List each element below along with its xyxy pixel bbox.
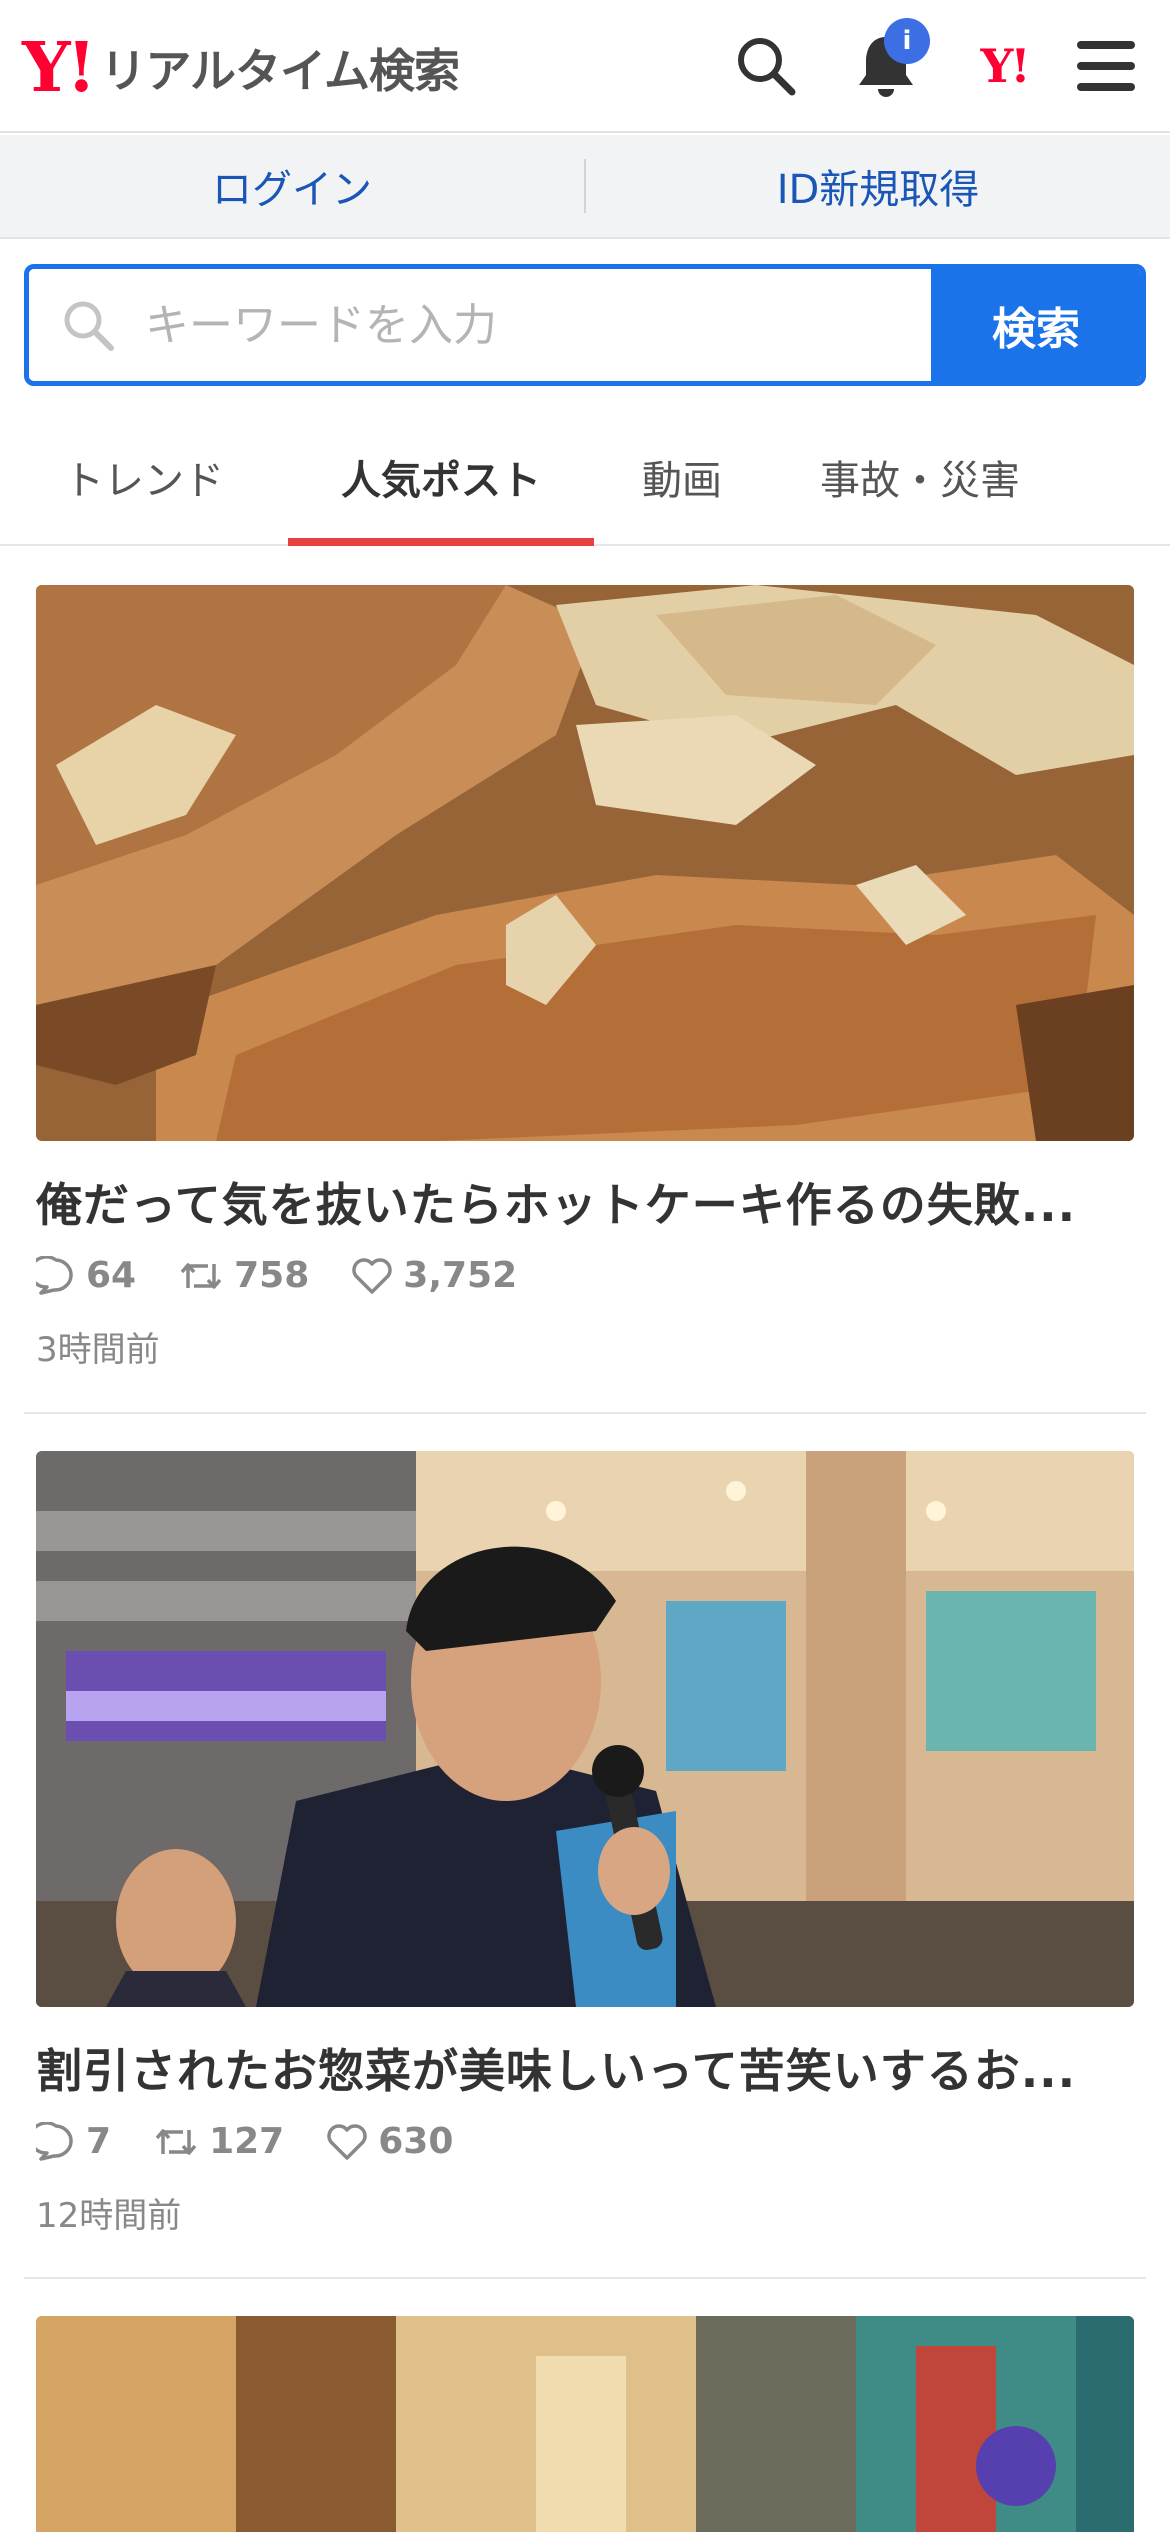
repost-count[interactable]: 758	[178, 1255, 309, 1296]
like-count[interactable]: 630	[326, 2121, 453, 2162]
hamburger-menu-icon[interactable]	[1068, 28, 1144, 104]
reply-count[interactable]: 64	[36, 1255, 136, 1296]
tab-popular-posts[interactable]: 人気ポスト	[288, 410, 594, 546]
repost-icon	[180, 1262, 222, 1289]
search-icon[interactable]	[728, 28, 804, 104]
post-stats: 64 758 3,752	[36, 1255, 1134, 1296]
search-form: 検索	[24, 264, 1146, 386]
post-timestamp: 3時間前	[36, 1330, 160, 1370]
post-title[interactable]: 俺だって気を抜いたらホットケーキ作るの失敗...	[36, 1169, 1134, 1235]
tab-videos[interactable]: 動画	[594, 410, 770, 544]
search-field-icon	[61, 298, 115, 352]
search-field-wrap[interactable]	[29, 269, 931, 381]
app-header: Y! リアルタイム検索 i Y!	[0, 0, 1170, 133]
post-card[interactable]	[36, 2316, 1134, 2532]
yahoo-mark-text: Y!	[980, 39, 1030, 93]
login-link[interactable]: ログイン	[0, 157, 584, 215]
tab-accidents-disasters[interactable]: 事故・災害	[770, 410, 1070, 544]
tab-trend[interactable]: トレンド	[0, 410, 288, 544]
post-card[interactable]: 俺だって気を抜いたらホットケーキ作るの失敗... 64 758 3,752 3時…	[36, 585, 1134, 1371]
post-image[interactable]	[36, 2316, 1134, 2532]
post-image[interactable]	[36, 585, 1134, 1141]
register-link[interactable]: ID新規取得	[586, 157, 1170, 215]
search-button[interactable]: 検索	[931, 269, 1141, 381]
reply-count-value: 64	[86, 1255, 137, 1296]
search-input[interactable]	[145, 299, 845, 351]
notification-bell-icon[interactable]: i	[848, 18, 930, 104]
reply-count[interactable]: 7	[36, 2121, 111, 2162]
heart-icon	[327, 2123, 367, 2160]
like-count-value: 3,752	[403, 1255, 518, 1296]
repost-count-value: 127	[209, 2121, 285, 2162]
post-title[interactable]: 割引されたお惣菜が美味しいって苦笑いするお...	[36, 2035, 1134, 2101]
repost-icon	[155, 2128, 197, 2155]
post-divider	[24, 2277, 1146, 2279]
post-card[interactable]: 割引されたお惣菜が美味しいって苦笑いするお... 7 127 630 12時間前	[36, 1451, 1134, 2237]
heart-icon	[352, 1257, 392, 1294]
post-timestamp: 12時間前	[36, 2196, 182, 2236]
post-stats: 7 127 630	[36, 2121, 1134, 2162]
like-count[interactable]: 3,752	[351, 1255, 517, 1296]
repost-count-value: 758	[234, 1255, 310, 1296]
reply-icon	[36, 1255, 73, 1295]
site-title: リアルタイム検索	[100, 44, 460, 98]
category-tabs: トレンド 人気ポスト 動画 事故・災害	[0, 410, 1170, 546]
yahoo-realtime-logo[interactable]: Y! リアルタイム検索	[22, 28, 460, 108]
notification-badge: i	[884, 18, 930, 64]
post-image[interactable]	[36, 1451, 1134, 2007]
reply-icon	[36, 2121, 73, 2161]
like-count-value: 630	[378, 2121, 454, 2162]
repost-count[interactable]: 127	[153, 2121, 284, 2162]
yahoo-home-icon[interactable]: Y!	[966, 28, 1042, 104]
yahoo-logo-mark: Y!	[22, 28, 96, 108]
post-divider	[24, 1412, 1146, 1414]
reply-count-value: 7	[86, 2121, 112, 2162]
login-bar: ログイン ID新規取得	[0, 135, 1170, 239]
